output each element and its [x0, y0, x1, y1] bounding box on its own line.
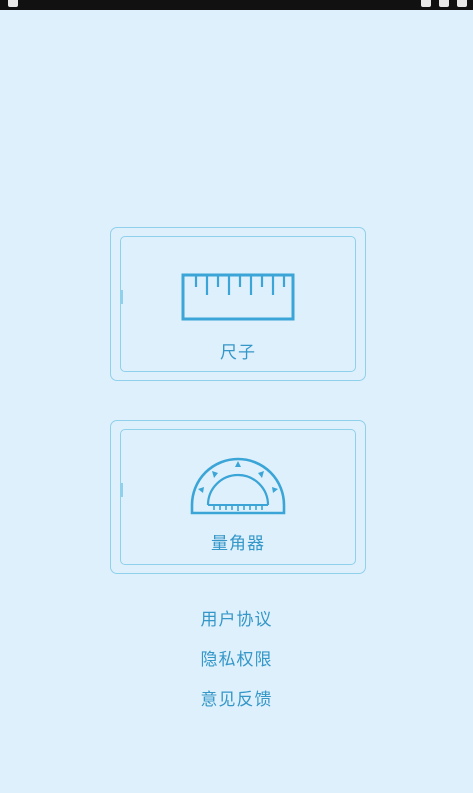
- ruler-icon: [181, 273, 295, 321]
- protractor-icon: [190, 457, 286, 515]
- feedback-link[interactable]: 意见反馈: [0, 689, 473, 711]
- privacy-link[interactable]: 隐私权限: [0, 649, 473, 671]
- time-indicator: [457, 0, 467, 7]
- card-tick-mark: [121, 290, 123, 304]
- status-icons: [421, 0, 467, 10]
- battery-icon: [439, 0, 449, 7]
- notification-icon: [8, 0, 18, 7]
- protractor-card[interactable]: 量角器: [110, 420, 366, 574]
- card-tick-mark: [121, 483, 123, 497]
- user-agreement-link[interactable]: 用户协议: [0, 609, 473, 631]
- protractor-label: 量角器: [211, 534, 265, 554]
- signal-icon: [421, 0, 431, 7]
- ruler-card[interactable]: 尺子: [110, 227, 366, 381]
- ruler-label: 尺子: [220, 343, 256, 363]
- status-bar: [0, 0, 473, 10]
- footer-links: 用户协议 隐私权限 意见反馈: [0, 609, 473, 729]
